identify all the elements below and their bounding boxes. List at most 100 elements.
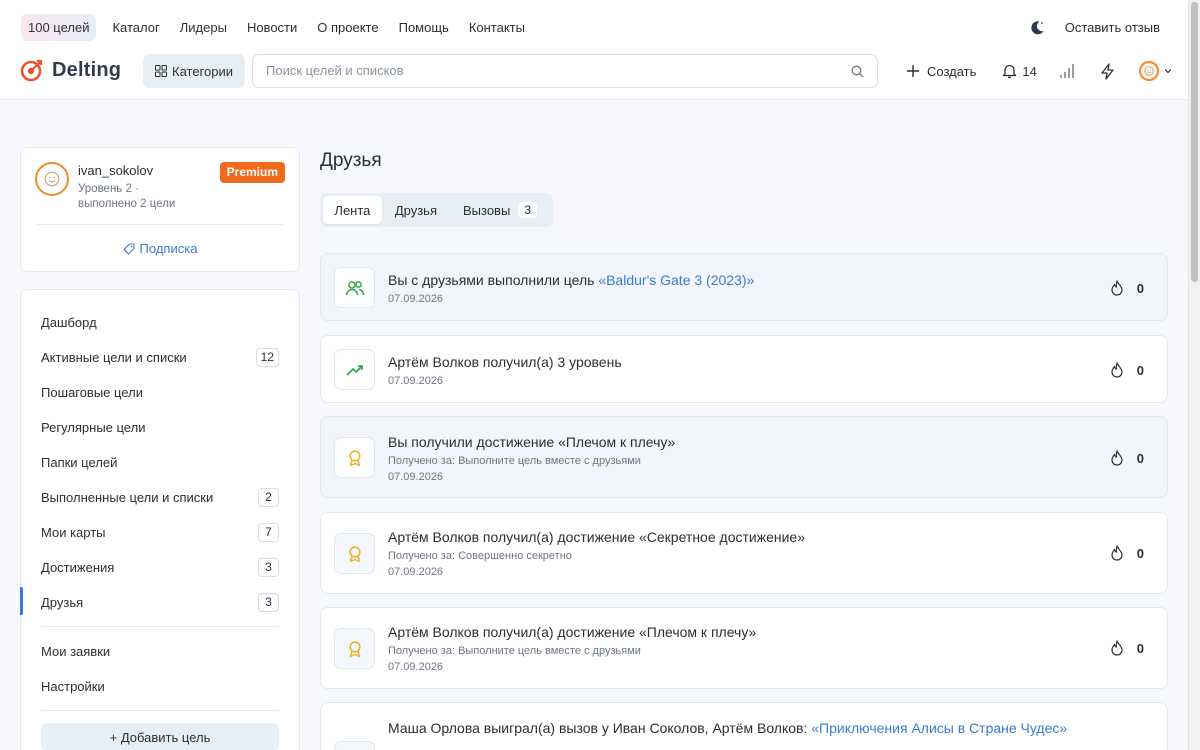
nav-contacts[interactable]: Контакты <box>469 14 525 41</box>
tab-challenges[interactable]: Вызовы 3 <box>450 196 550 224</box>
nav-about[interactable]: О проекте <box>317 14 378 41</box>
sidebar-item-settings[interactable]: Настройки <box>41 675 279 697</box>
actor-name[interactable]: Артём Волков <box>388 529 479 545</box>
sidebar-item-friends[interactable]: Друзья 3 <box>41 591 279 613</box>
feed-item-icon <box>334 533 375 574</box>
feed-item: Маша Орлова выиграл(а) вызов у Иван Соко… <box>320 702 1168 750</box>
tab-label: Вызовы <box>463 202 511 218</box>
feed-item-text: Маша Орлова выиграл(а) вызов у Иван Соко… <box>388 718 1088 738</box>
profile-username[interactable]: ivan_sokolov <box>78 163 153 178</box>
sidebar-item-completed[interactable]: Выполненные цели и списки 2 <box>41 486 279 508</box>
count-badge: 3 <box>258 592 279 612</box>
sidebar-item-label: Выполненные цели и списки <box>41 489 214 505</box>
nav-100-goals[interactable]: 100 целей <box>21 14 97 41</box>
site-header: 100 целей Каталог Лидеры Новости О проек… <box>0 0 1188 100</box>
like-button[interactable]: 0 <box>1110 362 1144 378</box>
tab-feed[interactable]: Лента <box>323 196 382 224</box>
actor-name[interactable]: Артём Волков <box>388 354 479 370</box>
sidebar-item-goal-folders[interactable]: Папки целей <box>41 451 279 473</box>
create-button[interactable]: Создать <box>906 64 976 79</box>
active-indicator <box>20 587 23 615</box>
like-count: 0 <box>1136 450 1144 466</box>
stats-button[interactable] <box>1059 63 1076 79</box>
sidebar-item-active-goals[interactable]: Активные цели и списки 12 <box>41 346 279 368</box>
subscription-label: Подписка <box>139 241 198 256</box>
sidebar-item-label: Дашборд <box>41 314 97 330</box>
notifications-button[interactable]: 14 <box>1002 63 1037 79</box>
logo[interactable]: Delting <box>20 58 121 82</box>
notifications-count: 14 <box>1022 63 1037 79</box>
signal-bars-icon <box>1060 64 1074 78</box>
profile-level: Уровень 2 · <box>78 183 139 195</box>
categories-label: Категории <box>172 63 233 79</box>
sidebar-item-label: Друзья <box>41 594 84 610</box>
actor-name[interactable]: Маша Орлова <box>388 720 480 736</box>
sidebar-item-maps[interactable]: Мои карты 7 <box>41 521 279 543</box>
menu-divider <box>41 710 279 711</box>
feed-subtext: Получено за: Выполните цель вместе с дру… <box>388 645 641 657</box>
flame-icon <box>1111 545 1123 561</box>
nav-catalog[interactable]: Каталог <box>112 14 159 41</box>
activity-button[interactable] <box>1100 62 1115 80</box>
feed-item: Артём Волков получил(а) 3 уровень 07.09.… <box>320 335 1168 403</box>
sidebar-item-label: Настройки <box>41 678 105 694</box>
search-input[interactable] <box>266 63 826 78</box>
avatar <box>1138 61 1159 81</box>
sidebar-item-achievements[interactable]: Достижения 3 <box>41 556 279 578</box>
feed-subtext: Получено за: Выполните цель вместе с дру… <box>388 455 641 467</box>
count-badge: 2 <box>258 487 279 507</box>
theme-toggle-icon[interactable] <box>1029 20 1045 36</box>
feed-text: получил(а) достижение «Секретное достиже… <box>479 529 805 545</box>
sidebar-item-label: Достижения <box>41 559 115 575</box>
nav-help[interactable]: Помощь <box>399 14 449 41</box>
menu-divider <box>41 626 279 627</box>
sidebar-item-regular-goals[interactable]: Регулярные цели <box>41 416 279 438</box>
goal-link[interactable]: «Приключения Алисы в Стране Чудес» <box>811 720 1067 736</box>
feed-item: Артём Волков получил(а) достижение «Секр… <box>320 512 1168 594</box>
sidebar-item-step-goals[interactable]: Пошаговые цели <box>41 381 279 403</box>
add-goal-button[interactable]: + Добавить цель <box>41 723 279 750</box>
nav-news[interactable]: Новости <box>247 14 297 41</box>
page-title: Друзья <box>320 150 382 171</box>
profile-divider <box>35 224 285 225</box>
search-icon[interactable] <box>851 65 864 78</box>
feed-item-text: Артём Волков получил(а) достижение «Секр… <box>388 529 805 545</box>
profile-avatar[interactable] <box>35 162 69 196</box>
like-count: 0 <box>1136 640 1144 656</box>
sidebar-item-label: Регулярные цели <box>41 419 146 435</box>
bell-icon <box>1003 64 1017 78</box>
sidebar-item-dashboard[interactable]: Дашборд <box>41 311 279 333</box>
smile-icon <box>1144 66 1154 76</box>
sidebar-item-requests[interactable]: Мои заявки <box>41 640 279 662</box>
sidebar-item-label: Мои заявки <box>41 643 111 659</box>
sidebar-item-label: Папки целей <box>41 454 118 470</box>
scrollbar-thumb[interactable] <box>1191 2 1198 282</box>
like-button[interactable]: 0 <box>1110 280 1144 296</box>
flame-icon <box>1111 450 1123 466</box>
tab-label: Друзья <box>394 202 437 218</box>
sidebar-item-label: Мои карты <box>41 524 106 540</box>
categories-button[interactable]: Категории <box>143 54 245 88</box>
feed-item-text: Артём Волков получил(а) 3 уровень <box>388 354 622 370</box>
top-nav: 100 целей Каталог Лидеры Новости О проек… <box>21 14 535 41</box>
feedback-link[interactable]: Оставить отзыв <box>1065 20 1160 35</box>
feed-item-icon <box>334 741 375 750</box>
user-menu-button[interactable] <box>1138 61 1173 81</box>
lightning-icon <box>1101 62 1114 80</box>
like-button[interactable]: 0 <box>1110 640 1144 656</box>
like-count: 0 <box>1136 545 1144 561</box>
subscription-link[interactable]: Подписка <box>21 241 299 256</box>
page-scrollbar[interactable] <box>1188 0 1200 750</box>
award-icon <box>348 449 361 466</box>
tag-icon <box>122 242 135 255</box>
premium-badge[interactable]: Premium <box>219 162 285 183</box>
tab-friends[interactable]: Друзья <box>382 196 450 224</box>
nav-leaders[interactable]: Лидеры <box>180 14 227 41</box>
actor-name[interactable]: Артём Волков <box>388 624 479 640</box>
goal-link[interactable]: «Baldur's Gate 3 (2023)» <box>598 272 754 288</box>
like-button[interactable]: 0 <box>1110 450 1144 466</box>
feed-date: 07.09.2026 <box>388 566 444 578</box>
create-label: Создать <box>927 63 977 79</box>
like-button[interactable]: 0 <box>1110 545 1144 561</box>
profile-card: ivan_sokolov Уровень 2 · выполнено 2 цел… <box>20 147 300 272</box>
